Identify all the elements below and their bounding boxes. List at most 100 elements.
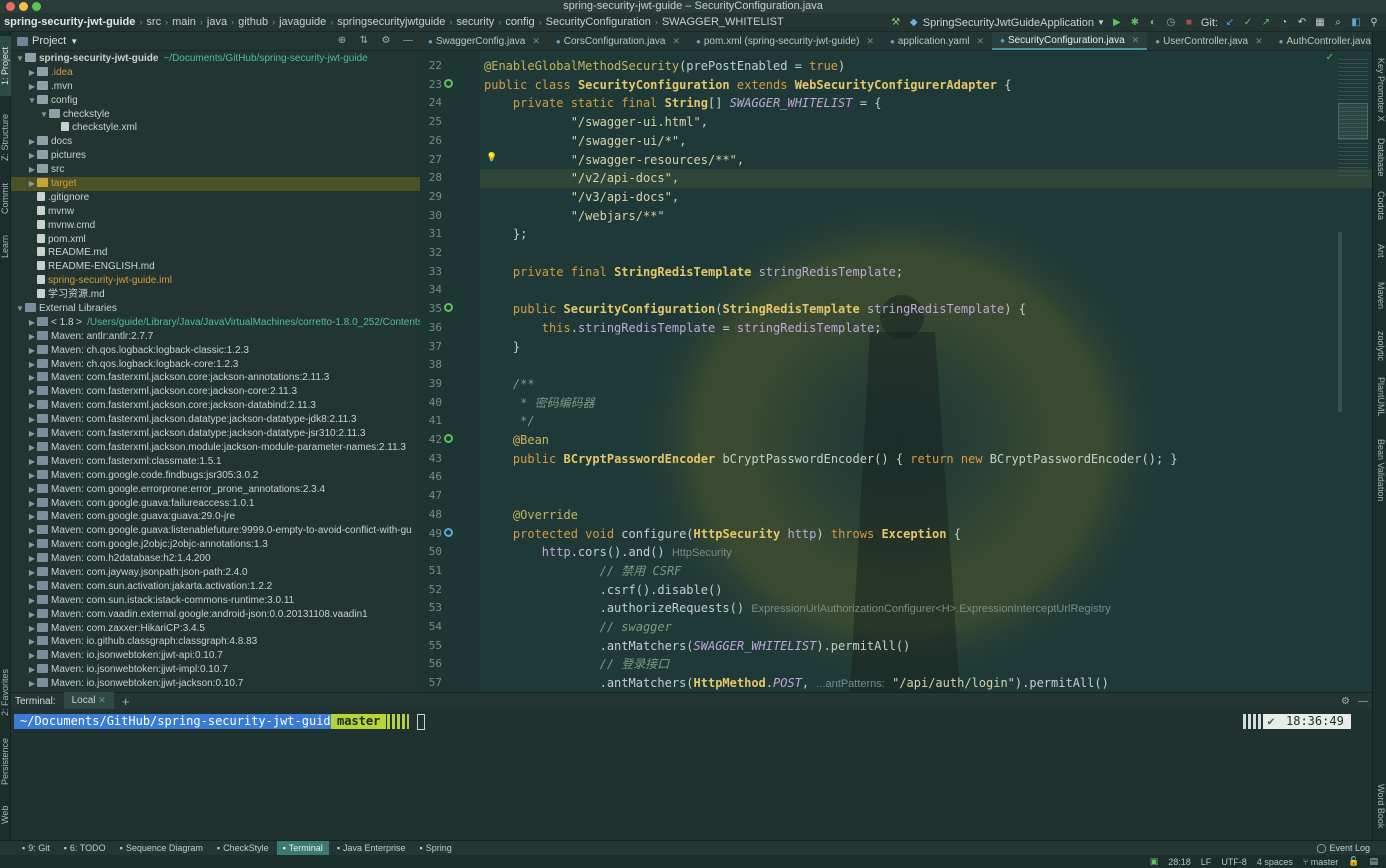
tree-item[interactable]: ▼ checkstyle (11, 108, 420, 122)
chevron-right-icon[interactable]: ▶ (27, 483, 37, 497)
collapse-all-icon[interactable]: ⇅ (358, 35, 370, 47)
tool-plantuml-tab[interactable]: PlantUML (1372, 372, 1386, 422)
tree-item[interactable]: ▶ Maven: com.fasterxml.jackson.datatype:j… (11, 427, 420, 441)
git-push-icon[interactable]: ↗ (1260, 17, 1272, 29)
breadcrumb-item[interactable]: main (168, 16, 200, 28)
tree-item[interactable]: ▶ pictures (11, 149, 420, 163)
caret-position[interactable]: 28:18 (1168, 857, 1191, 867)
tree-item[interactable]: ▶ .idea (11, 66, 420, 80)
tree-item[interactable]: ▶ Maven: com.fasterxml.jackson.module:jac… (11, 441, 420, 455)
line-separator[interactable]: LF (1201, 857, 1212, 867)
search-everywhere-icon[interactable]: ⌕ (1332, 17, 1344, 29)
tool-structure-tab[interactable]: Z: Structure (0, 102, 11, 172)
code-line[interactable] (480, 356, 1372, 375)
tool-ant-tab[interactable]: Ant (1372, 238, 1386, 264)
tool-codota-tab[interactable]: Codota (1372, 186, 1386, 226)
terminal[interactable]: ~/Documents/GitHub/spring-security-jwt-g… (11, 709, 1372, 840)
tool-todo[interactable]: ▪ 6: TODO (58, 841, 112, 856)
tree-item[interactable]: ▶ Maven: com.fasterxml.jackson.core:jacks… (11, 371, 420, 385)
code-line[interactable]: "/swagger-resources/**", (480, 151, 1372, 170)
tree-item[interactable]: ▶ Maven: com.h2database:h2:1.4.200 (11, 552, 420, 566)
tool-commit-tab[interactable]: Commit (0, 174, 11, 224)
chevron-right-icon[interactable]: ▶ (27, 594, 37, 608)
new-terminal-button[interactable]: + (122, 694, 130, 709)
chevron-right-icon[interactable]: ▶ (27, 330, 37, 344)
code-line[interactable]: "/webjars/**" (480, 207, 1372, 226)
tree-item[interactable]: ▶ Maven: com.sun.istack:istack-commons-ru… (11, 594, 420, 608)
chevron-down-icon[interactable]: ▼ (27, 94, 37, 108)
tool-project-tab[interactable]: 1: Project (0, 36, 11, 96)
tool-checkstyle[interactable]: ▪ CheckStyle (211, 841, 275, 856)
chevron-right-icon[interactable]: ▶ (27, 635, 37, 649)
tree-item[interactable]: .gitignore (11, 191, 420, 205)
code-line[interactable]: .csrf().disable() (480, 581, 1372, 600)
code-line[interactable]: .authorizeRequests() ExpressionUrlAuthor… (480, 599, 1372, 618)
hide-icon[interactable]: — (1358, 696, 1372, 707)
tool-spring[interactable]: ▪ Spring (414, 841, 458, 856)
breadcrumb-item[interactable]: SecurityConfiguration (542, 16, 655, 28)
search-icon[interactable]: ⚲ (1368, 17, 1380, 29)
editor[interactable]: ● SwaggerConfig.java ✕ ● CorsConfiguration.j… (420, 32, 1372, 692)
tree-item[interactable]: ▶ Maven: com.google.code.findbugs:jsr305:… (11, 469, 420, 483)
editor-tab[interactable]: ● UserController.java ✕ (1147, 32, 1270, 50)
chevron-right-icon[interactable]: ▶ (27, 371, 37, 385)
chevron-right-icon[interactable]: ▶ (27, 608, 37, 622)
code-line[interactable]: @Bean (480, 431, 1372, 450)
chevron-right-icon[interactable]: ▶ (27, 552, 37, 566)
gear-icon[interactable]: ⚙ (380, 35, 392, 47)
tree-item[interactable]: mvnw.cmd (11, 219, 420, 233)
code-line[interactable]: "/v2/api-docs", (480, 169, 1372, 188)
tree-item[interactable]: ▼ External Libraries (11, 302, 420, 316)
terminal-tab-local[interactable]: Local ✕ (63, 691, 114, 711)
code-line[interactable]: .antMatchers(HttpMethod.POST, ...antPatt… (480, 674, 1372, 692)
tree-item[interactable]: mvnw (11, 205, 420, 219)
chevron-down-icon[interactable]: ▼ (39, 108, 49, 122)
tree-item[interactable]: ▶ Maven: com.fasterxml.jackson.core:jacks… (11, 399, 420, 413)
tree-item[interactable]: ▶ target (11, 177, 420, 191)
close-window-button[interactable] (6, 2, 15, 11)
tool-bean-validation-tab[interactable]: Bean Validation (1372, 432, 1386, 508)
breadcrumb-item[interactable]: java (203, 16, 231, 28)
editor-scrollbar[interactable] (1338, 232, 1342, 412)
editor-tab[interactable]: ● application.yaml ✕ (882, 32, 992, 50)
chevron-right-icon[interactable]: ▶ (27, 649, 37, 663)
code-line[interactable]: private final StringRedisTemplate string… (480, 263, 1372, 282)
breadcrumb-item[interactable]: springsecurityjwtguide (333, 16, 449, 28)
code-line[interactable]: @Override (480, 506, 1372, 525)
breadcrumb-item[interactable]: SWAGGER_WHITELIST (658, 16, 788, 28)
gear-icon[interactable]: ⚙ (1341, 696, 1350, 707)
code-line[interactable]: @EnableGlobalMethodSecurity(prePostEnabl… (480, 57, 1372, 76)
tree-item[interactable]: ▶ .mvn (11, 80, 420, 94)
tree-item[interactable]: ▶ Maven: ch.qos.logback:logback-classic:1… (11, 344, 420, 358)
close-icon[interactable]: ✕ (866, 32, 874, 51)
profile-icon[interactable]: ◷ (1165, 17, 1177, 29)
codota-icon[interactable]: ▣ (1150, 856, 1159, 867)
debug-icon[interactable]: ✱ (1129, 17, 1141, 29)
coverage-icon[interactable]: ◐ (1147, 17, 1159, 29)
breadcrumb-item[interactable]: javaguide (275, 16, 330, 28)
close-icon[interactable]: ✕ (1132, 32, 1140, 50)
editor-tab[interactable]: ● CorsConfiguration.java ✕ (548, 32, 688, 50)
code-line[interactable]: private static final String[] SWAGGER_WH… (480, 94, 1372, 113)
tree-item[interactable]: ▶ Maven: io.jsonwebtoken:jjwt-jackson:0.1… (11, 677, 420, 691)
code-line[interactable]: "/swagger-ui/*", (480, 132, 1372, 151)
code-line[interactable]: */ (480, 412, 1372, 431)
editor-tab[interactable]: ● SwaggerConfig.java ✕ (420, 32, 548, 50)
run-config-select[interactable]: ◆ SpringSecurityJwtGuideApplication ▼ (908, 17, 1105, 29)
chevron-right-icon[interactable]: ▶ (27, 538, 37, 552)
event-log-button[interactable]: ◯ Event Log (1316, 843, 1386, 854)
tool-zoolytic-tab[interactable]: zoolytic (1372, 324, 1386, 368)
tree-item[interactable]: ▶ Maven: com.sun.activation:jakarta.activ… (11, 580, 420, 594)
breadcrumb-item[interactable]: spring-security-jwt-guide (0, 16, 139, 28)
chevron-right-icon[interactable]: ▶ (27, 358, 37, 372)
breadcrumb-item[interactable]: src (142, 16, 165, 28)
tree-item[interactable]: 学习资源.md (11, 288, 420, 302)
chevron-right-icon[interactable]: ▶ (27, 80, 37, 94)
maximize-window-button[interactable] (32, 2, 41, 11)
tool-web-tab[interactable]: Web (0, 800, 11, 830)
chevron-right-icon[interactable]: ▶ (27, 149, 37, 163)
tree-item[interactable]: ▶ docs (11, 135, 420, 149)
code-line[interactable]: // swagger (480, 618, 1372, 637)
tree-item[interactable]: spring-security-jwt-guide.iml (11, 274, 420, 288)
tree-item[interactable]: ▶ Maven: com.jayway.jsonpath:json-path:2.… (11, 566, 420, 580)
